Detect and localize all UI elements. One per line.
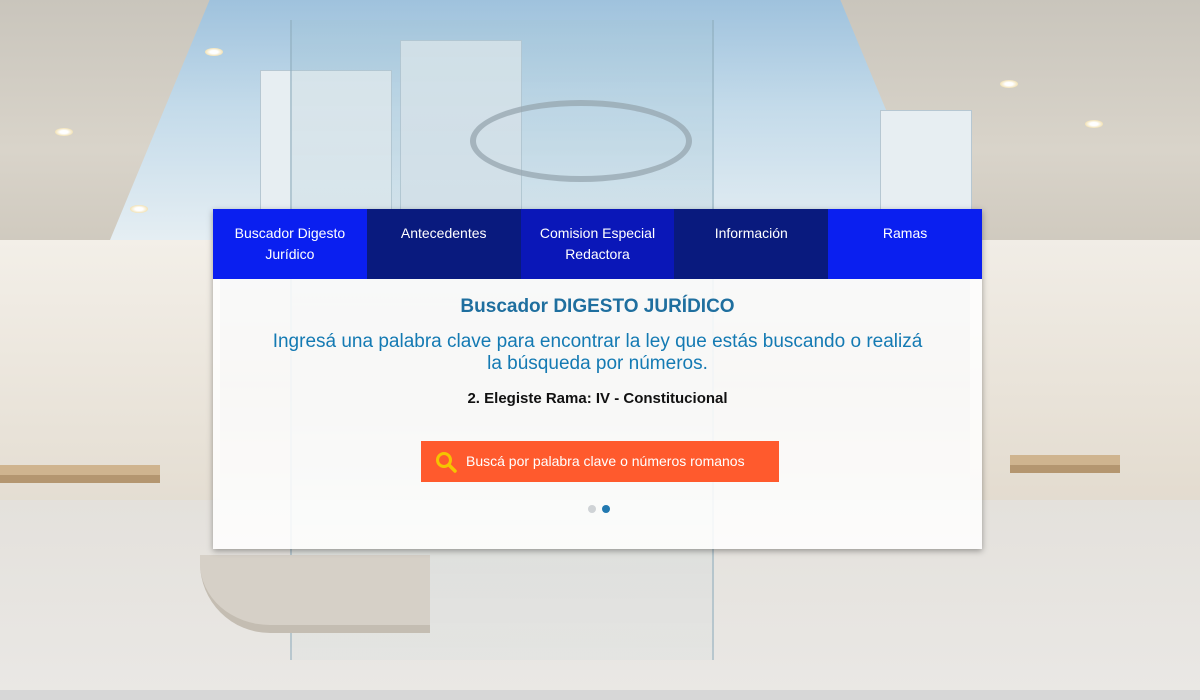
tab-buscador-digesto-juridico[interactable]: Buscador Digesto Jurídico <box>213 209 367 279</box>
carousel-dot[interactable] <box>588 505 596 513</box>
carousel-dots <box>588 505 610 513</box>
search-input[interactable]: Buscá por palabra clave o números romano… <box>421 441 779 482</box>
tab-label: Información <box>714 225 788 241</box>
tab-label: Antecedentes <box>400 225 487 241</box>
tab-comision-especial-redactora[interactable]: Comision Especial Redactora <box>520 209 675 279</box>
page-subtitle: Ingresá una palabra clave para encontrar… <box>272 331 923 374</box>
search-icon[interactable] <box>435 451 457 473</box>
tab-informacion[interactable]: Información <box>674 209 829 279</box>
page-title: Buscador DIGESTO JURÍDICO <box>460 296 735 317</box>
tab-label: Comision Especial Redactora <box>539 225 656 262</box>
tab-label: Ramas <box>882 225 928 241</box>
tab-label: Buscador Digesto Jurídico <box>234 225 346 262</box>
tab-ramas[interactable]: Ramas <box>828 209 982 279</box>
tab-antecedentes[interactable]: Antecedentes <box>366 209 521 279</box>
search-card: Buscador Digesto Jurídico Antecedentes C… <box>213 209 982 549</box>
selected-rama: 2. Elegiste Rama: IV - Constitucional <box>467 390 728 407</box>
main-nav: Buscador Digesto Jurídico Antecedentes C… <box>213 209 982 279</box>
carousel-dot-active[interactable] <box>602 505 610 513</box>
search-placeholder: Buscá por palabra clave o números romano… <box>466 453 745 469</box>
